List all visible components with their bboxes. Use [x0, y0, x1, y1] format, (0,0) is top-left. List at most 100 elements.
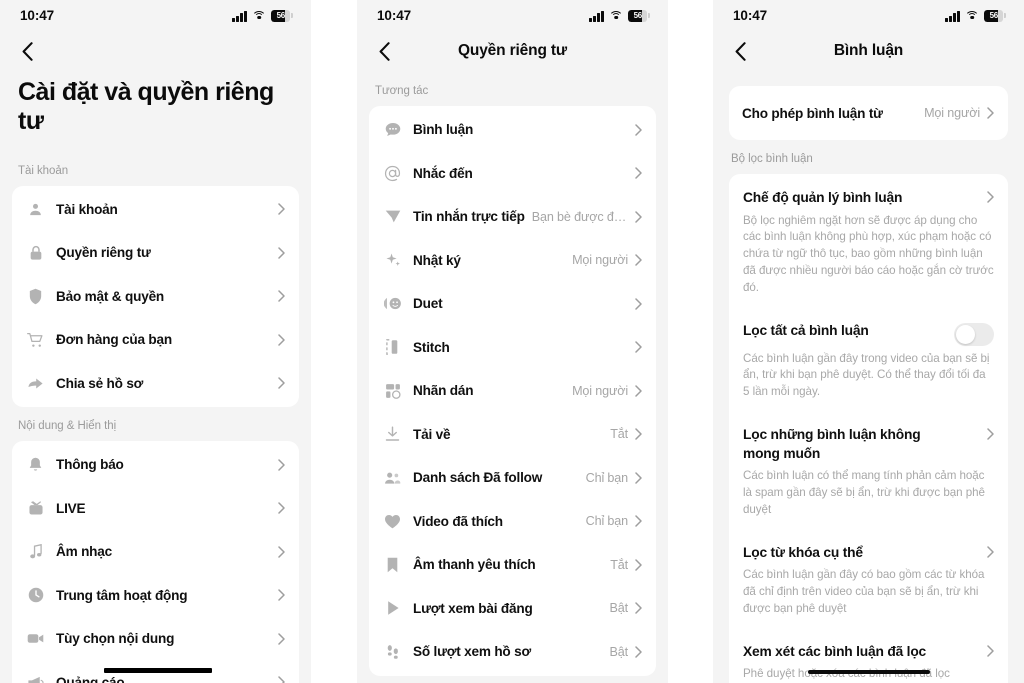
bookmark-icon — [382, 554, 403, 575]
row-label: Danh sách Đã follow — [413, 470, 543, 486]
row-quyen-rieng-tu[interactable]: Quyền riêng tư — [12, 231, 299, 275]
row-label: Tài khoản — [56, 201, 118, 217]
block-loc-binh-luan-khong-mong-muon[interactable]: Lọc những bình luận không mong muốn Các … — [729, 413, 1008, 531]
row-don-hang-cua-ban[interactable]: Đơn hàng của bạn — [12, 318, 299, 362]
account-settings-card: Tài khoản Quyền riêng tư Bảo mật & quyền… — [12, 185, 299, 407]
heart-icon — [382, 511, 403, 532]
row-luot-xem-bai-dang[interactable]: Lượt xem bài đăng Bật — [369, 587, 656, 631]
row-label: Duet — [413, 296, 443, 312]
block-loc-tat-ca-binh-luan: Lọc tất cả bình luận Các bình luận gần đ… — [729, 309, 1008, 413]
interaction-card: Bình luận Nhắc đến Tin nhắn trực tiếp Bạ… — [369, 106, 656, 676]
privacy-screen: 10:47 56 Quyền riêng tư Tương tác Bình l… — [357, 0, 668, 683]
row-nhac-den[interactable]: Nhắc đến — [369, 152, 656, 196]
row-label: Tin nhắn trực tiếp — [413, 209, 525, 225]
cart-icon — [25, 329, 46, 350]
status-bar: 10:47 56 — [0, 0, 311, 30]
chevron-right-icon — [987, 426, 994, 440]
allow-comments-card: Cho phép bình luận từ Mọi người — [729, 86, 1008, 140]
chevron-right-icon — [278, 247, 285, 259]
row-label: Video đã thích — [413, 513, 503, 529]
lock-icon — [25, 242, 46, 263]
comment-filters-card: Chế độ quản lý bình luận Bộ lọc nghiêm n… — [729, 174, 1008, 683]
panel-gap-1 — [311, 0, 357, 683]
bell-icon — [25, 454, 46, 475]
row-live[interactable]: LIVE — [12, 487, 299, 531]
nav-bar-panel2: Quyền riêng tư — [357, 30, 668, 72]
play-icon — [382, 598, 403, 619]
row-am-nhac[interactable]: Âm nhạc — [12, 530, 299, 574]
row-chia-se-ho-so[interactable]: Chia sẻ hồ sơ — [12, 362, 299, 406]
row-duet[interactable]: Duet — [369, 282, 656, 326]
chevron-right-icon — [278, 546, 285, 558]
row-nhat-ky[interactable]: Nhật ký Mọi người — [369, 239, 656, 283]
battery-level-label: 56 — [989, 11, 999, 20]
row-value: Mọi người — [924, 106, 980, 120]
row-label: Tùy chọn nội dung — [56, 631, 175, 647]
row-cho-phep-binh-luan-tu[interactable]: Cho phép bình luận từ Mọi người — [729, 88, 1008, 138]
filter-all-comments-toggle[interactable] — [954, 322, 994, 346]
chevron-right-icon — [278, 633, 285, 645]
row-tin-nhan-truc-tiep[interactable]: Tin nhắn trực tiếp Bạn bè được đề xu… — [369, 195, 656, 239]
chevron-right-icon — [635, 298, 642, 310]
chevron-right-icon — [635, 602, 642, 614]
settings-and-privacy-screen: 10:47 56 Cài đặt và quyền riêng tư Tài k… — [0, 0, 311, 683]
section-label-interaction: Tương tác — [375, 85, 429, 97]
row-video-da-thich[interactable]: Video đã thích Chỉ bạn — [369, 500, 656, 544]
row-value: Chỉ bạn — [585, 470, 628, 485]
row-so-luot-xem-ho-so[interactable]: Số lượt xem hồ sơ Bật — [369, 630, 656, 674]
battery-icon: 56 — [271, 9, 293, 22]
nav-title: Quyền riêng tư — [457, 42, 568, 59]
megaphone-icon — [25, 672, 46, 683]
row-bao-mat-quyen[interactable]: Bảo mật & quyền — [12, 275, 299, 319]
share-arrow-icon — [25, 373, 46, 394]
block-description: Các bình luận gần đây trong video của bạ… — [743, 351, 990, 399]
settings-list-panel1: Tài khoản Tài khoản Quyền riêng tư Bảo m… — [0, 151, 311, 683]
status-bar-indicators: 56 — [232, 9, 293, 22]
row-am-thanh-yeu-thich[interactable]: Âm thanh yêu thích Tắt — [369, 543, 656, 587]
row-value: Chỉ bạn — [585, 514, 628, 529]
status-bar-indicators: 56 — [589, 9, 650, 22]
back-icon[interactable] — [16, 40, 38, 62]
page-title: Cài đặt và quyền riêng tư — [0, 72, 311, 152]
row-label: LIVE — [56, 500, 86, 516]
row-label: Tải về — [413, 426, 451, 442]
status-bar: 10:47 56 — [357, 0, 668, 30]
chevron-right-icon — [635, 385, 642, 397]
status-bar-indicators: 56 — [945, 9, 1006, 22]
row-tuy-chon-noi-dung[interactable]: Tùy chọn nội dung — [12, 617, 299, 661]
block-che-do-quan-ly-binh-luan[interactable]: Chế độ quản lý bình luận Bộ lọc nghiêm n… — [729, 176, 1008, 309]
row-tai-ve[interactable]: Tải về Tắt — [369, 413, 656, 457]
battery-icon: 56 — [984, 9, 1006, 22]
block-title: Chế độ quản lý bình luận — [743, 190, 903, 205]
chevron-right-icon — [278, 334, 285, 346]
row-label: Đơn hàng của bạn — [56, 332, 172, 348]
row-label: Chia sẻ hồ sơ — [56, 375, 144, 391]
block-loc-tu-khoa-cu-the[interactable]: Lọc từ khóa cụ thể Các bình luận gần đây… — [729, 531, 1008, 630]
block-xem-xet-cac-binh-luan-da-loc[interactable]: Xem xét các bình luận đã lọc Phê duyệt h… — [729, 630, 1008, 683]
row-value: Mọi người — [572, 383, 628, 398]
chevron-right-icon — [278, 502, 285, 514]
back-icon[interactable] — [729, 40, 751, 62]
row-nhan-dan[interactable]: Nhãn dán Mọi người — [369, 369, 656, 413]
row-thong-bao[interactable]: Thông báo — [12, 443, 299, 487]
row-trung-tam-hoat-dong[interactable]: Trung tâm hoạt động — [12, 574, 299, 618]
chevron-right-icon — [635, 559, 642, 571]
sparkle-icon — [382, 250, 403, 271]
block-description: Các bình luận gần đây có bao gồm các từ … — [743, 568, 985, 615]
row-stitch[interactable]: Stitch — [369, 326, 656, 370]
chevron-right-icon — [635, 254, 642, 266]
row-binh-luan[interactable]: Bình luận — [369, 108, 656, 152]
section-label-comment-filters: Bộ lọc bình luận — [731, 153, 813, 165]
row-label: Âm thanh yêu thích — [413, 557, 536, 573]
people-icon — [382, 467, 403, 488]
at-mention-icon — [382, 163, 403, 184]
row-label: Trung tâm hoạt động — [56, 587, 188, 603]
nav-bar-panel3: Bình luận — [713, 30, 1024, 72]
back-icon[interactable] — [373, 40, 395, 62]
row-label: Bình luận — [413, 122, 474, 138]
wifi-icon — [965, 10, 979, 22]
chevron-right-icon — [635, 211, 642, 223]
row-tai-khoan[interactable]: Tài khoản — [12, 188, 299, 232]
row-danh-sach-da-follow[interactable]: Danh sách Đã follow Chỉ bạn — [369, 456, 656, 500]
row-label: Âm nhạc — [56, 544, 113, 560]
